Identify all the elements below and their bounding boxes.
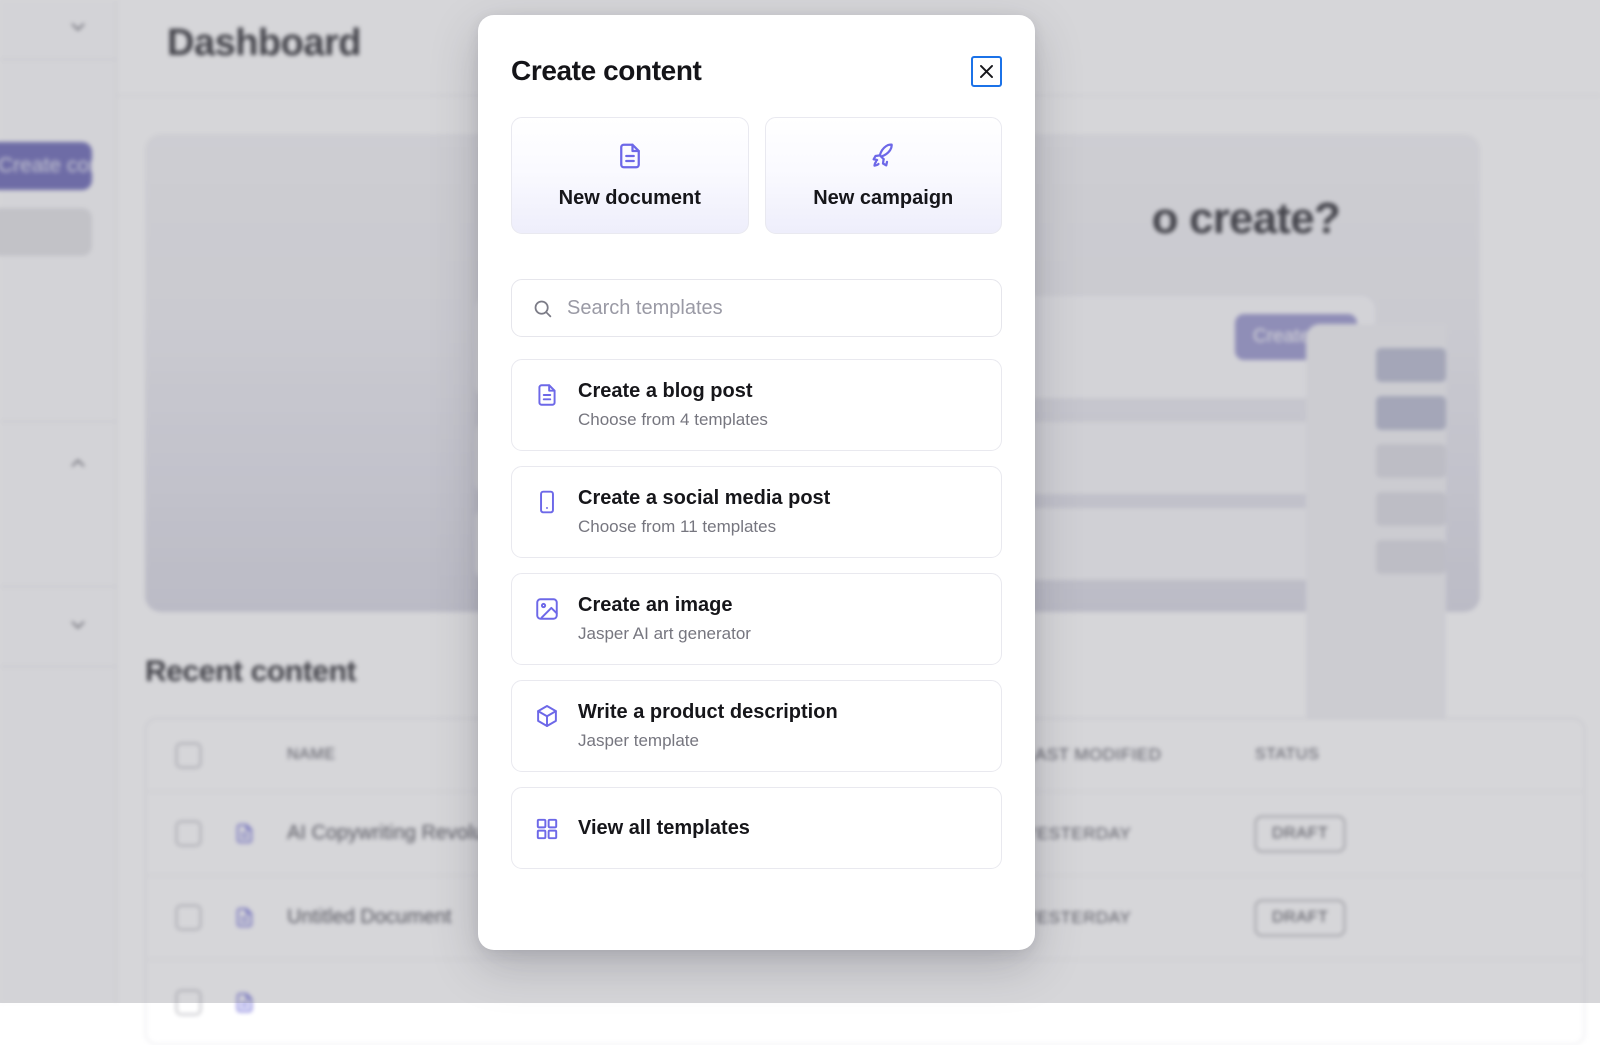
template-row-blog-post[interactable]: Create a blog post Choose from 4 templat… [511,359,1002,451]
grid-icon [534,816,560,842]
modal-header: Create content [511,15,1002,87]
create-content-modal: Create content New document [478,15,1035,950]
template-title: Create a blog post [578,380,768,403]
template-subtitle: Jasper AI art generator [578,624,751,644]
template-row-social-media-post[interactable]: Create a social media post Choose from 1… [511,466,1002,558]
template-subtitle: Choose from 4 templates [578,410,768,430]
smartphone-icon [534,489,560,515]
content-type-grid: New document New campaign [511,117,1002,234]
search-templates-field[interactable] [511,279,1002,337]
document-icon [615,141,645,171]
new-campaign-card[interactable]: New campaign [765,117,1003,234]
template-subtitle: Jasper template [578,731,838,751]
template-title: Create a social media post [578,487,830,510]
template-subtitle: Choose from 11 templates [578,517,830,537]
template-title: View all templates [578,817,750,840]
template-title: Write a product description [578,701,838,724]
search-input[interactable] [567,297,981,320]
search-icon [532,298,553,319]
image-icon [534,596,560,622]
modal-title: Create content [511,55,701,87]
template-row-create-image[interactable]: Create an image Jasper AI art generator [511,573,1002,665]
new-document-label: New document [559,187,701,210]
close-icon[interactable] [971,56,1002,87]
new-campaign-label: New campaign [813,187,953,210]
template-title: Create an image [578,594,751,617]
document-icon [534,382,560,408]
cube-icon [534,703,560,729]
rocket-icon [868,141,898,171]
template-row-view-all[interactable]: View all templates [511,787,1002,869]
modal-backdrop[interactable]: Create content New document [0,0,1600,1003]
template-list: Create a blog post Choose from 4 templat… [511,359,1002,869]
new-document-card[interactable]: New document [511,117,749,234]
template-row-product-description[interactable]: Write a product description Jasper templ… [511,680,1002,772]
